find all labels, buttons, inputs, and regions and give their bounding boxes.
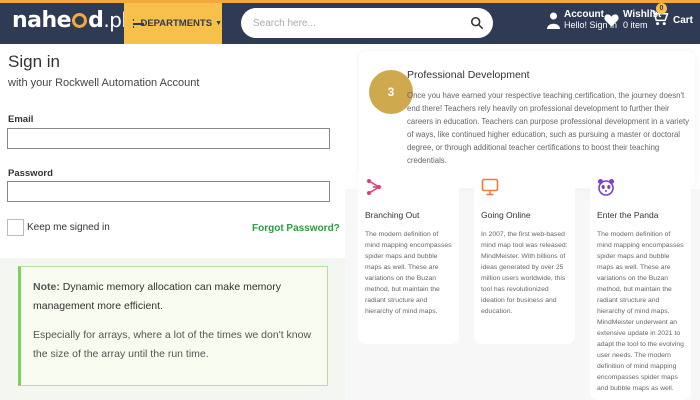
cart-link[interactable]: 0 Cart: [650, 3, 694, 31]
forgot-password-link[interactable]: Forgot Password?: [252, 223, 340, 234]
card-going-online: Going Online In 2007, the first web-base…: [474, 168, 575, 344]
header-accent-line: [0, 0, 700, 3]
departments-button[interactable]: DEPARTMENTS ▼: [124, 3, 222, 44]
note-line-2: Especially for arrays, where a lot of th…: [33, 329, 312, 360]
card-title: Professional Development: [407, 69, 530, 81]
search-box: [241, 8, 493, 38]
note-label: Note:: [33, 281, 60, 293]
user-icon: [547, 12, 560, 29]
cart-label: Cart: [673, 14, 694, 26]
departments-label: DEPARTMENTS: [140, 18, 213, 29]
note-line-1: Dynamic memory allocation can make memor…: [33, 281, 281, 312]
sign-in-panel: Sign in with your Rockwell Automation Ac…: [0, 44, 345, 400]
keep-signed-in-label[interactable]: Keep me signed in: [27, 222, 110, 233]
page-title: Sign in: [8, 52, 60, 71]
site-logo[interactable]: nahe d.pk: [12, 8, 133, 33]
note-section: Note: Dynamic memory allocation can make…: [0, 258, 345, 400]
monitor-icon: [481, 178, 499, 196]
search-input[interactable]: [253, 17, 463, 29]
card-body: Once you have earned your respective tea…: [407, 91, 690, 165]
card-body: The modern definition of mind mapping en…: [365, 231, 452, 315]
caret-down-icon: ▼: [215, 20, 222, 27]
hamburger-icon: [133, 19, 149, 28]
top-nav-bar: nahed.pk DEPARTMENTS ▼ Account Hello! Si…: [0, 0, 700, 44]
search-icon[interactable]: [470, 16, 484, 30]
card-title: Enter the Panda: [597, 210, 659, 220]
email-label: Email: [8, 114, 34, 125]
email-field[interactable]: [7, 128, 330, 149]
cart-icon-wrap: 0: [650, 3, 669, 31]
card-enter-the-panda: Enter the Panda The modern definition of…: [590, 168, 691, 400]
card-title: Going Online: [481, 210, 531, 220]
branching-icon: [367, 179, 381, 195]
card-body: In 2007, the first web-based mind map to…: [481, 231, 568, 315]
note-box: Note: Dynamic memory allocation can make…: [18, 266, 328, 386]
panda-icon: [598, 179, 614, 196]
logo-ring-icon: [72, 13, 88, 28]
heart-icon: [604, 14, 619, 27]
card-branching-out: Branching Out The modern definition of m…: [358, 168, 459, 344]
page-subtitle: with your Rockwell Automation Account: [8, 77, 200, 89]
password-label: Password: [8, 168, 53, 179]
password-field[interactable]: [7, 181, 330, 202]
content-panel: 3 Professional Development Once you have…: [345, 44, 700, 400]
keep-signed-in-checkbox[interactable]: [7, 219, 24, 236]
card-title: Branching Out: [365, 210, 420, 220]
card-body: The modern definition of mind mapping en…: [597, 231, 684, 392]
cart-count-badge: 0: [656, 3, 667, 14]
